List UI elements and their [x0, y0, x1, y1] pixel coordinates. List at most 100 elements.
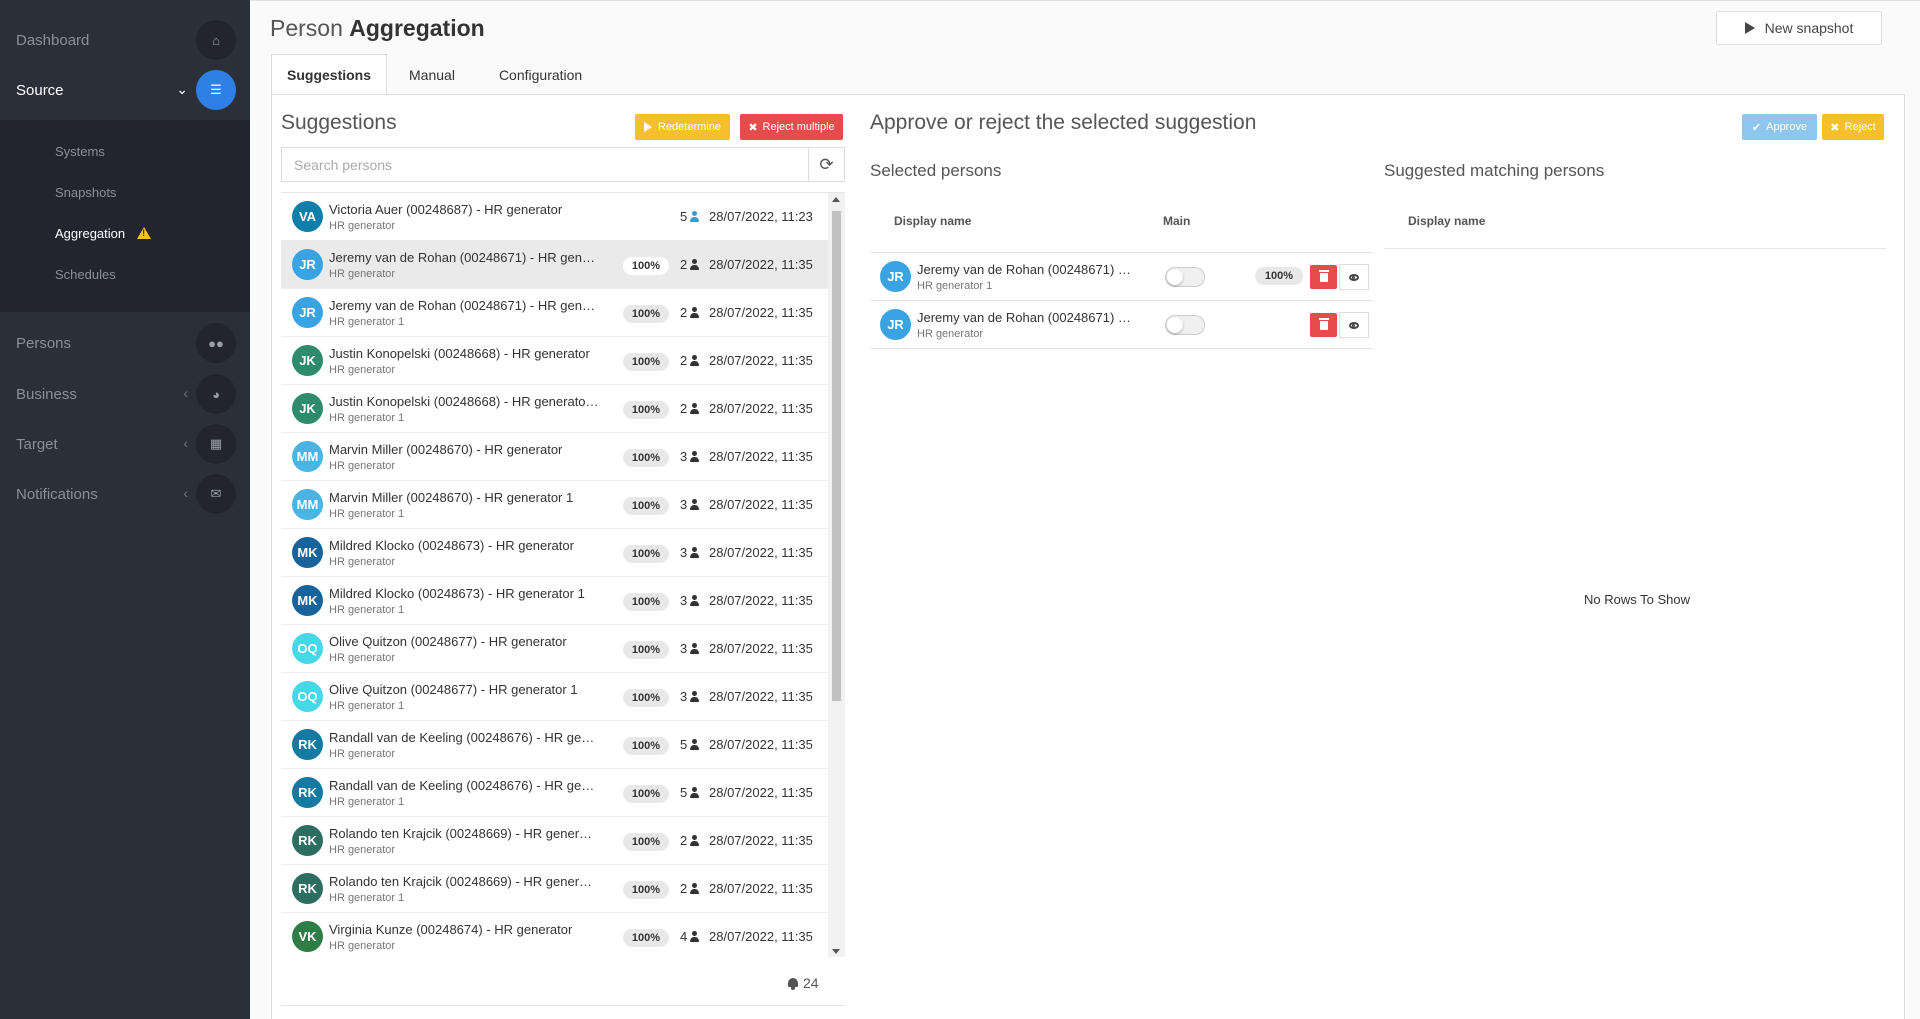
nav-dashboard[interactable]: Dashboard ⌂ [0, 15, 250, 65]
table-row[interactable]: MK Mildred Klocko (00248673) - HR generat… [281, 529, 828, 577]
timestamp: 28/07/2022, 11:35 [709, 641, 813, 656]
users-icon: ●● [196, 323, 236, 363]
person-source: HR generator 1 [329, 316, 405, 328]
person-count: 2 [680, 881, 700, 896]
tab-suggestions[interactable]: Suggestions [271, 54, 388, 95]
table-row[interactable]: VK Virginia Kunze (00248674) - HR generat… [281, 913, 828, 957]
no-rows-message: No Rows To Show [1584, 592, 1690, 607]
person-count-value: 3 [680, 449, 688, 464]
match-badge: 100% [623, 257, 669, 275]
selected-person-row[interactable]: JR Jeremy van de Rohan (00248671) - HR ge… [870, 301, 1374, 349]
delete-button[interactable] [1310, 265, 1337, 289]
nav-business[interactable]: Business ‹ ◕ [0, 369, 250, 419]
person-icon [689, 450, 700, 463]
source-subnav: Systems Snapshots Aggregation Schedules [0, 120, 250, 312]
timestamp: 28/07/2022, 11:35 [709, 401, 813, 416]
table-row[interactable]: RK Randall van de Keeling (00248676) - HR… [281, 769, 828, 817]
close-icon: ✖ [1830, 121, 1840, 134]
person-icon [689, 882, 700, 895]
col-main[interactable]: Main [1163, 214, 1190, 228]
person-name: Rolando ten Krajcik (00248669) - HR gene… [329, 826, 599, 841]
person-source: HR generator [329, 748, 396, 760]
person-icon [689, 690, 700, 703]
avatar: RK [292, 873, 323, 904]
table-row[interactable]: OQ Olive Quitzon (00248677) - HR generato… [281, 625, 828, 673]
scroll-thumb[interactable] [832, 211, 841, 701]
person-name: Victoria Auer (00248687) - HR generator [329, 202, 563, 217]
col-display-name-matching[interactable]: Display name [1408, 214, 1485, 228]
person-count-value: 4 [680, 929, 688, 944]
col-display-name[interactable]: Display name [894, 214, 971, 228]
subnav-systems[interactable]: Systems [55, 144, 105, 159]
avatar: RK [292, 729, 323, 760]
main-toggle[interactable] [1165, 267, 1205, 287]
table-row[interactable]: JK Justin Konopelski (00248668) - HR gene… [281, 385, 828, 433]
scroll-down-icon[interactable] [832, 949, 840, 954]
selected-person-row[interactable]: JR Jeremy van de Rohan (00248671) - HR ge… [870, 253, 1374, 301]
list-scrollbar[interactable] [828, 193, 845, 957]
check-icon: ✔ [1751, 121, 1762, 134]
table-row[interactable]: RK Rolando ten Krajcik (00248669) - HR ge… [281, 865, 828, 913]
person-name: Jeremy van de Rohan (00248671) - HR gene… [917, 310, 1132, 325]
nav-notifications[interactable]: Notifications ‹ ✉ [0, 469, 250, 519]
table-row[interactable]: MM Marvin Miller (00248670) - HR generato… [281, 481, 828, 529]
view-button[interactable] [1339, 264, 1369, 290]
table-row[interactable]: MM Marvin Miller (00248670) - HR generato… [281, 433, 828, 481]
nav-source[interactable]: Source ⌄ ☰ [0, 65, 250, 115]
new-snapshot-button[interactable]: New snapshot [1716, 11, 1882, 45]
match-badge: 100% [623, 737, 669, 755]
redetermine-button[interactable]: Redetermine [635, 114, 730, 140]
main-toggle[interactable] [1165, 315, 1205, 335]
reject-label: Reject [1844, 121, 1876, 133]
person-source: HR generator 1 [329, 508, 405, 520]
redetermine-label: Redetermine [658, 121, 721, 133]
person-source: HR generator [329, 556, 396, 568]
person-icon [689, 258, 700, 271]
person-source: HR generator 1 [329, 892, 405, 904]
reject-button[interactable]: ✖ Reject [1822, 114, 1884, 140]
avatar: OQ [292, 633, 323, 664]
person-count-value: 2 [680, 353, 688, 368]
table-row[interactable]: MK Mildred Klocko (00248673) - HR generat… [281, 577, 828, 625]
reject-multiple-button[interactable]: ✖ Reject multiple [740, 114, 843, 140]
scroll-up-icon[interactable] [832, 197, 840, 202]
table-row[interactable]: RK Randall van de Keeling (00248676) - HR… [281, 721, 828, 769]
person-source: HR generator [917, 328, 984, 340]
nav-notifications-label: Notifications [16, 485, 98, 503]
table-row[interactable]: VA Victoria Auer (00248687) - HR generato… [281, 193, 828, 241]
subnav-aggregation[interactable]: Aggregation [55, 226, 152, 241]
delete-button[interactable] [1310, 313, 1337, 337]
table-row[interactable]: RK Rolando ten Krajcik (00248669) - HR ge… [281, 817, 828, 865]
table-row[interactable]: JR Jeremy van de Rohan (00248671) - HR ge… [281, 241, 828, 289]
table-row[interactable]: OQ Olive Quitzon (00248677) - HR generato… [281, 673, 828, 721]
layers-icon: ☰ [196, 70, 236, 110]
table-row[interactable]: JK Justin Konopelski (00248668) - HR gene… [281, 337, 828, 385]
person-count-value: 3 [680, 545, 688, 560]
person-icon [689, 546, 700, 559]
tab-configuration[interactable]: Configuration [477, 54, 604, 95]
person-count: 5 [680, 209, 700, 224]
person-count-value: 2 [680, 401, 688, 416]
person-name: Randall van de Keeling (00248676) - HR g… [329, 730, 599, 745]
avatar: MM [292, 489, 323, 520]
tab-manual[interactable]: Manual [387, 54, 477, 95]
subnav-schedules[interactable]: Schedules [55, 267, 116, 282]
divider [281, 1005, 845, 1006]
nav-persons[interactable]: Persons ●● [0, 318, 250, 368]
subnav-snapshots[interactable]: Snapshots [55, 185, 116, 200]
search-input[interactable] [281, 147, 808, 182]
view-button[interactable] [1339, 312, 1369, 338]
timestamp: 28/07/2022, 11:35 [709, 689, 813, 704]
person-count-value: 2 [680, 881, 688, 896]
grid-icon: ▦ [196, 424, 236, 464]
timestamp: 28/07/2022, 11:35 [709, 305, 813, 320]
person-name: Mildred Klocko (00248673) - HR generator [329, 538, 574, 553]
match-badge: 100% [623, 833, 669, 851]
notification-count: 24 [787, 975, 819, 991]
table-row[interactable]: JR Jeremy van de Rohan (00248671) - HR ge… [281, 289, 828, 337]
play-icon [1744, 22, 1755, 34]
nav-target[interactable]: Target ‹ ▦ [0, 419, 250, 469]
approve-button[interactable]: ✔ Approve [1742, 114, 1817, 140]
refresh-icon[interactable]: ⟳ [808, 147, 845, 182]
avatar: OQ [292, 681, 323, 712]
